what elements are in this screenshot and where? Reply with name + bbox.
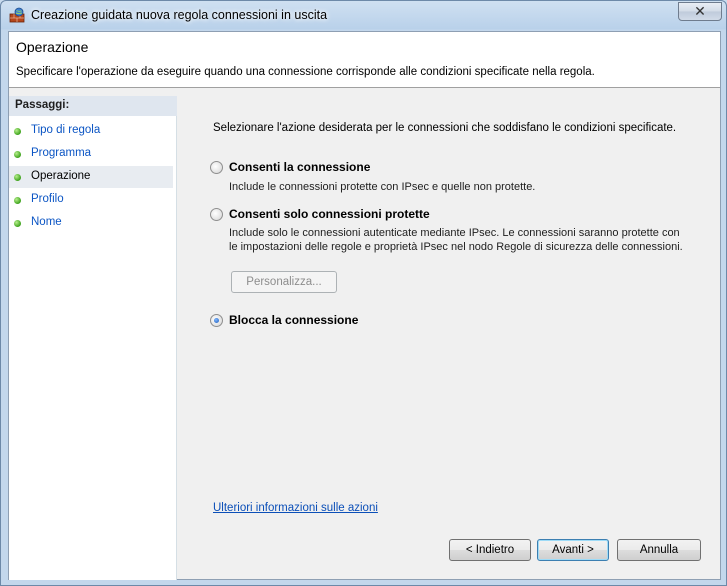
radio-allow-connection[interactable] [210, 161, 223, 174]
option-label[interactable]: Consenti solo connessioni protette [229, 207, 430, 221]
page-subtitle: Specificare l'operazione da eseguire qua… [16, 66, 595, 78]
step-label: Operazione [31, 170, 91, 182]
main-pane: Selezionare l'azione desiderata per le c… [178, 96, 720, 536]
wizard-window: Creazione guidata nuova regola connessio… [0, 0, 727, 586]
step-nome[interactable]: Nome [9, 212, 173, 234]
green-dot-icon [14, 128, 21, 135]
step-label: Tipo di regola [31, 124, 101, 136]
green-dot-icon [14, 174, 21, 181]
window-title: Creazione guidata nuova regola connessio… [31, 8, 328, 22]
radio-allow-secure[interactable] [210, 208, 223, 221]
option-label[interactable]: Consenti la connessione [229, 160, 370, 174]
title-bar[interactable]: Creazione guidata nuova regola connessio… [1, 1, 726, 29]
step-profilo[interactable]: Profilo [9, 189, 173, 211]
green-dot-icon [14, 220, 21, 227]
step-label: Profilo [31, 193, 64, 205]
page-title: Operazione [16, 39, 89, 55]
page-header: Operazione Specificare l'operazione da e… [9, 32, 720, 88]
cancel-button[interactable]: Annulla [617, 539, 701, 561]
step-tipo-di-regola[interactable]: Tipo di regola [9, 120, 173, 142]
radio-block-connection[interactable] [210, 314, 223, 327]
customize-button[interactable]: Personalizza... [231, 271, 337, 293]
footer-buttons: < Indietro Avanti > Annulla [178, 536, 720, 580]
firewall-icon [9, 7, 25, 23]
option-description: Include solo le connessioni autenticate … [229, 227, 683, 253]
steps-pane: Passaggi: Tipo di regola Programma Opera… [9, 96, 177, 580]
steps-title: Passaggi: [9, 96, 177, 116]
close-icon: ✕ [694, 3, 706, 19]
instruction-text: Selezionare l'azione desiderata per le c… [213, 122, 677, 134]
green-dot-icon [14, 151, 21, 158]
close-button[interactable]: ✕ [678, 2, 722, 21]
client-area: Operazione Specificare l'operazione da e… [8, 31, 721, 580]
step-label: Nome [31, 216, 62, 228]
option-label[interactable]: Blocca la connessione [229, 313, 358, 327]
green-dot-icon [14, 197, 21, 204]
step-label: Programma [31, 147, 92, 159]
next-button[interactable]: Avanti > [537, 539, 609, 561]
more-info-link[interactable]: Ulteriori informazioni sulle azioni [213, 502, 378, 514]
back-button[interactable]: < Indietro [449, 539, 531, 561]
step-operazione[interactable]: Operazione [9, 166, 173, 188]
option-description: Include le connessioni protette con IPse… [229, 181, 536, 193]
step-programma[interactable]: Programma [9, 143, 173, 165]
